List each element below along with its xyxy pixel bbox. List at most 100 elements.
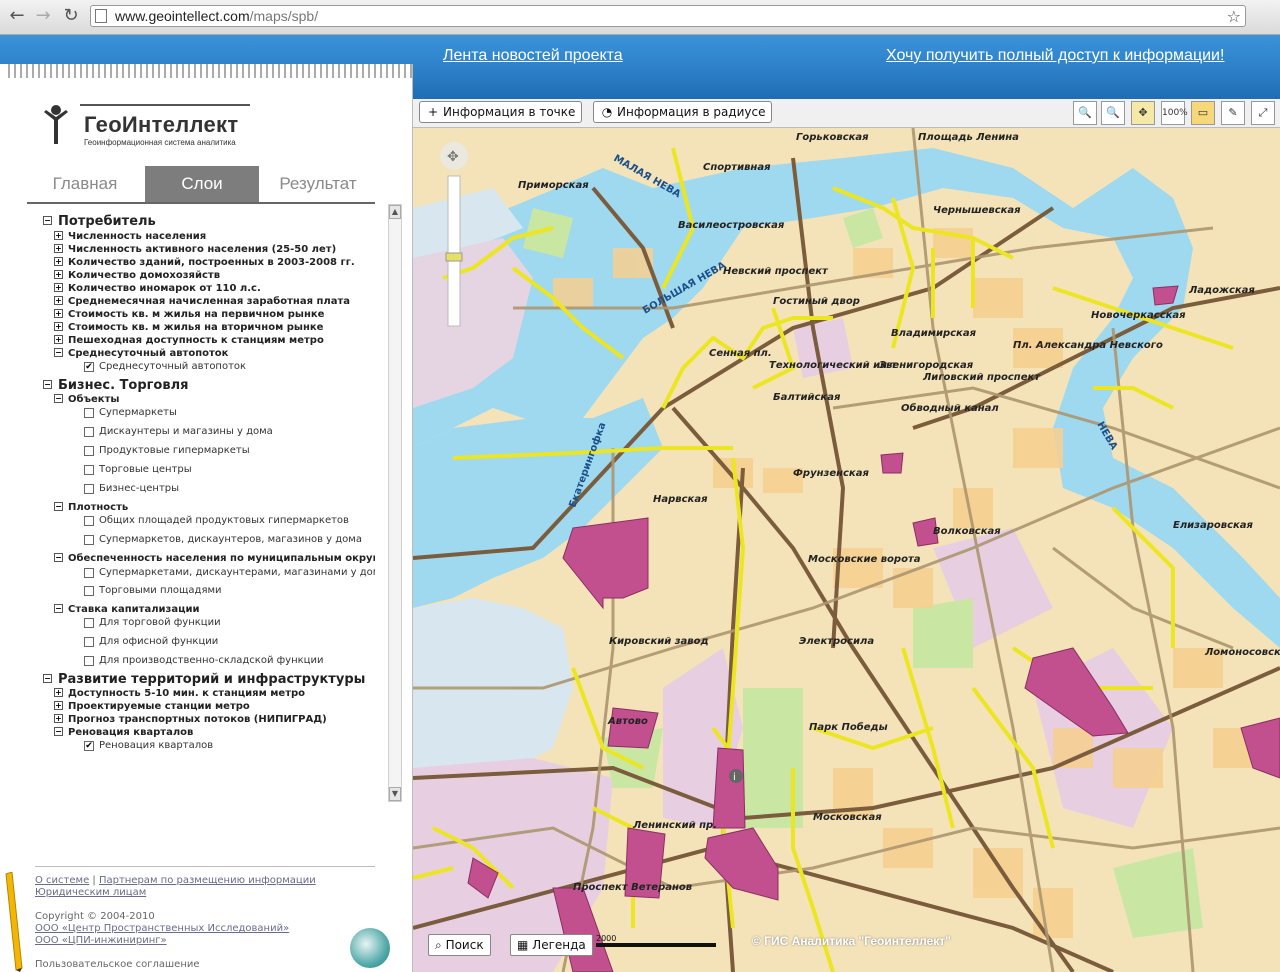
layer-item[interactable]: Численность активного населения (25-50 л… [68, 244, 336, 255]
info-radius-button[interactable]: ◔ Информация в радиусе [593, 101, 773, 123]
scroll-up-icon[interactable]: ▲ [389, 205, 401, 219]
pan-icon[interactable]: ✥ [1131, 101, 1155, 125]
layer-item[interactable]: Среднесуточный автопоток [68, 348, 228, 359]
partners-link[interactable]: Партнерам по размещению информации [99, 875, 316, 886]
layer-item[interactable]: Среднемесячная начисленная заработная пл… [68, 296, 350, 307]
layer-item[interactable]: Объекты [68, 394, 119, 405]
layer-checkbox[interactable] [84, 516, 94, 526]
reload-icon[interactable]: ↻ [60, 5, 82, 27]
address-bar[interactable]: www.geointellect.com/maps/spb/ ☆ [90, 5, 1246, 27]
expand-icon[interactable]: + [54, 270, 63, 279]
layer-checkbox[interactable] [84, 586, 94, 596]
map-label: Парк Победы [809, 721, 888, 733]
collapse-icon[interactable]: − [54, 394, 63, 403]
collapse-icon[interactable]: − [43, 674, 52, 683]
map-label: Новочеркасская [1091, 310, 1186, 321]
zoom-100-button[interactable]: 100% [1161, 101, 1188, 125]
layer-item[interactable]: Численность населения [68, 231, 206, 242]
layer-item[interactable]: Стоимость кв. м жилья на вторичном рынке [68, 322, 323, 333]
expand-icon[interactable]: + [54, 244, 63, 253]
expand-icon[interactable]: + [54, 296, 63, 305]
expand-icon[interactable]: + [54, 322, 63, 331]
layer-item[interactable]: Пешеходная доступность к станциям метро [68, 335, 324, 346]
map-pan-control[interactable]: ✥ [440, 142, 468, 170]
layer-checkbox[interactable]: ✔ [84, 362, 94, 372]
layer-checkbox[interactable] [84, 427, 94, 437]
collapse-icon[interactable]: − [54, 727, 63, 736]
collapse-icon[interactable]: − [54, 348, 63, 357]
layer-item[interactable]: Плотность [68, 502, 128, 513]
layer-item[interactable]: Ставка капитализации [68, 604, 200, 615]
layer-checkbox[interactable] [84, 637, 94, 647]
layer-item[interactable]: Проектируемые станции метро [68, 701, 250, 712]
expand-icon[interactable]: + [54, 231, 63, 240]
expand-icon[interactable]: + [54, 701, 63, 710]
layer-item[interactable]: Количество домохозяйств [68, 270, 220, 281]
fullscreen-icon[interactable]: ⤢ [1251, 101, 1275, 125]
layer-item[interactable]: Количество иномарок от 110 л.с. [68, 283, 261, 294]
forward-icon[interactable]: → [32, 5, 54, 27]
layer-checkbox[interactable] [84, 465, 94, 475]
expand-icon[interactable]: + [54, 335, 63, 344]
expand-icon[interactable]: + [54, 688, 63, 697]
map-canvas[interactable]: i ✥ Горьковская Площадь Ленина Спортивна… [413, 128, 1280, 972]
legend-button[interactable]: ▦ Легенда [510, 934, 593, 956]
layer-checkbox[interactable] [84, 618, 94, 628]
layer-item[interactable]: Обеспеченность населения по муниципальны… [68, 553, 375, 564]
org1-link[interactable]: ООО «Центр Пространственных Исследований… [35, 923, 289, 934]
layer-item[interactable]: Количество зданий, построенных в 2003-20… [68, 257, 355, 268]
access-link[interactable]: Хочу получить полный доступ к информации… [886, 47, 1224, 65]
layer-checkbox[interactable] [84, 568, 94, 578]
info-pin-icon[interactable]: i [729, 769, 743, 783]
collapse-icon[interactable]: − [54, 604, 63, 613]
tab-main[interactable]: Главная [27, 166, 143, 202]
group-business[interactable]: Бизнес. Торговля [58, 378, 188, 393]
expand-icon[interactable]: + [54, 309, 63, 318]
info-point-button[interactable]: + Информация в точке [419, 101, 583, 123]
tree-scrollbar[interactable]: ▲ ▼ [388, 204, 402, 802]
collapse-icon[interactable]: − [43, 216, 52, 225]
layer-checkbox[interactable] [84, 484, 94, 494]
org2-link[interactable]: ООО «ЦПИ-инжиниринг» [35, 935, 167, 946]
expand-icon[interactable]: + [54, 283, 63, 292]
map-label: Приморская [518, 180, 589, 191]
layer-item[interactable]: Стоимость кв. м жилья на первичном рынке [68, 309, 324, 320]
tab-layers[interactable]: Слои [145, 166, 259, 202]
clear-icon[interactable]: ✎ [1221, 101, 1245, 125]
layer-checkbox[interactable] [84, 446, 94, 456]
expand-icon[interactable]: + [54, 714, 63, 723]
layer-item[interactable]: Реновация кварталов [68, 727, 193, 738]
ruler-icon[interactable]: ▭ [1191, 101, 1215, 125]
layer-item[interactable]: Доступность 5-10 мин. к станциям метро [68, 688, 305, 699]
layer-checkbox[interactable] [84, 656, 94, 666]
scroll-down-icon[interactable]: ▼ [389, 787, 401, 801]
layer-checkbox[interactable] [84, 408, 94, 418]
map-view[interactable]: i ✥ Горьковская Площадь Ленина Спортивна… [413, 128, 1280, 972]
map-label: Невский проспект [723, 266, 829, 277]
search-button[interactable]: ⌕ Поиск [428, 934, 491, 956]
legal-link[interactable]: Юридическим лицам [35, 887, 146, 898]
news-link[interactable]: Лента новостей проекта [443, 47, 623, 65]
about-link[interactable]: О системе [35, 875, 89, 886]
zoom-in-icon[interactable]: 🔍+ [1073, 101, 1097, 141]
map-label: Технологический ин-т [769, 360, 898, 371]
search-icon: ⌕ [435, 938, 442, 952]
zoom-out-icon[interactable]: 🔍− [1101, 101, 1125, 141]
collapse-icon[interactable]: − [54, 502, 63, 511]
collapse-icon[interactable]: − [54, 553, 63, 562]
map-zoom-slider[interactable] [445, 175, 463, 327]
layer-item[interactable]: Прогноз транспортных потоков (НИПИГРАД) [68, 714, 327, 725]
layer-checkbox[interactable] [84, 535, 94, 545]
tab-bar: Главная Слои Результат [27, 166, 375, 204]
layer-checkbox[interactable]: ✔ [84, 741, 94, 751]
browser-toolbar: ← → ↻ www.geointellect.com/maps/spb/ ☆ [0, 0, 1280, 35]
expand-icon[interactable]: + [54, 257, 63, 266]
star-icon[interactable]: ☆ [1227, 7, 1241, 26]
agreement-link[interactable]: Пользовательское соглашение [35, 959, 200, 970]
group-consumer[interactable]: Потребитель [58, 214, 156, 229]
collapse-icon[interactable]: − [43, 380, 52, 389]
group-development[interactable]: Развитие территорий и инфраструктуры [58, 672, 365, 687]
map-label: Фрунзенская [793, 468, 869, 479]
tab-result[interactable]: Результат [261, 166, 375, 202]
back-icon[interactable]: ← [6, 5, 28, 27]
